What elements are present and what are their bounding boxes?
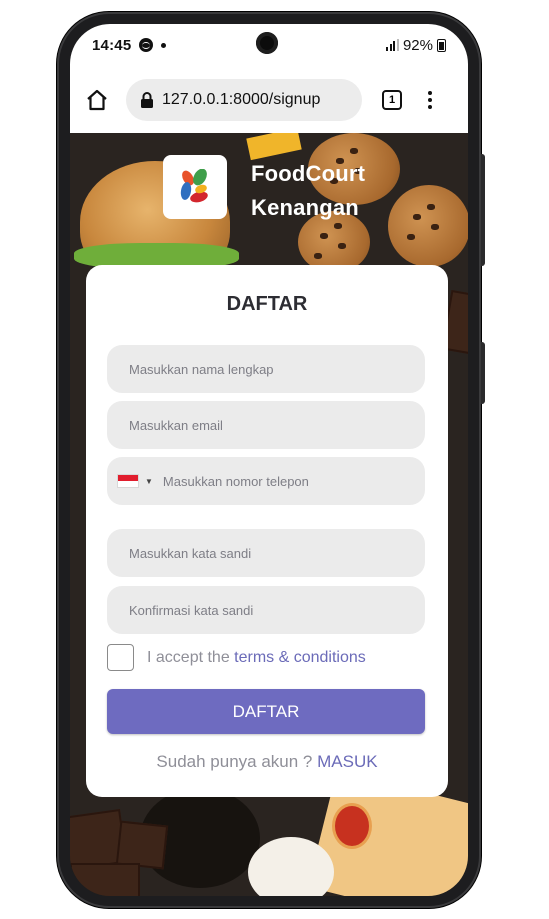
tab-switcher-button[interactable]: 1 bbox=[382, 89, 402, 110]
cookie-image bbox=[388, 185, 468, 267]
lock-icon bbox=[141, 91, 153, 108]
volume-button bbox=[481, 154, 485, 266]
form-title: DAFTAR bbox=[226, 293, 308, 315]
chevron-down-icon[interactable]: ▼ bbox=[145, 477, 153, 486]
indonesia-flag-icon[interactable] bbox=[117, 474, 139, 488]
phone-placeholder: Masukkan nomor telepon bbox=[162, 473, 309, 489]
notification-dot-icon bbox=[161, 42, 167, 48]
confirm-password-input[interactable]: Konfirmasi kata sandi bbox=[107, 586, 425, 634]
home-icon bbox=[87, 89, 107, 110]
signal-icon bbox=[386, 39, 399, 51]
spotify-icon bbox=[139, 38, 154, 52]
email-input[interactable]: Masukkan email bbox=[107, 401, 425, 449]
url-text: 127.0.0.1:8000/signup bbox=[162, 90, 321, 108]
front-camera bbox=[256, 32, 278, 54]
brand-line-2: Kenangan bbox=[251, 195, 359, 220]
terms-link[interactable]: terms & conditions bbox=[234, 649, 366, 667]
power-button bbox=[481, 342, 485, 404]
page-background: FoodCourt Kenangan DAFTAR Masukkan nama … bbox=[70, 133, 468, 896]
phone-frame: 14:45 92% 127.0.0.1:8000/signup 1 FoodCo… bbox=[57, 12, 485, 908]
screen: 14:45 92% 127.0.0.1:8000/signup 1 FoodCo… bbox=[70, 24, 468, 896]
signup-card: DAFTAR Masukkan nama lengkap Masukkan em… bbox=[86, 265, 448, 797]
chocolate-image bbox=[70, 863, 140, 896]
terms-checkbox[interactable] bbox=[107, 644, 134, 671]
terms-row: I accept the terms & conditions bbox=[107, 644, 366, 671]
terms-label: I accept the bbox=[147, 648, 235, 666]
login-link[interactable]: MASUK bbox=[317, 752, 377, 771]
status-bar: 14:45 92% bbox=[70, 24, 468, 66]
browser-toolbar: 127.0.0.1:8000/signup 1 bbox=[70, 66, 468, 133]
phone-input[interactable]: ▼ Masukkan nomor telepon bbox=[107, 457, 425, 505]
brand-line-1: FoodCourt bbox=[251, 161, 366, 186]
password-input[interactable]: Masukkan kata sandi bbox=[107, 529, 425, 577]
signup-button[interactable]: DAFTAR bbox=[107, 689, 425, 734]
fullname-input[interactable]: Masukkan nama lengkap bbox=[107, 345, 425, 393]
brand-name: FoodCourt Kenangan bbox=[251, 157, 365, 225]
login-prompt: Sudah punya akun ? bbox=[156, 752, 318, 771]
app-logo bbox=[163, 155, 227, 219]
home-button[interactable] bbox=[82, 85, 112, 115]
login-row: Sudah punya akun ? MASUK bbox=[86, 752, 448, 772]
address-bar[interactable]: 127.0.0.1:8000/signup bbox=[126, 78, 362, 121]
battery-percent: 92% bbox=[402, 36, 433, 54]
status-time: 14:45 bbox=[92, 36, 132, 54]
more-menu-button[interactable] bbox=[426, 90, 434, 109]
logo-petals-icon bbox=[180, 169, 208, 203]
tomato-image bbox=[332, 803, 372, 849]
battery-icon bbox=[437, 38, 446, 52]
